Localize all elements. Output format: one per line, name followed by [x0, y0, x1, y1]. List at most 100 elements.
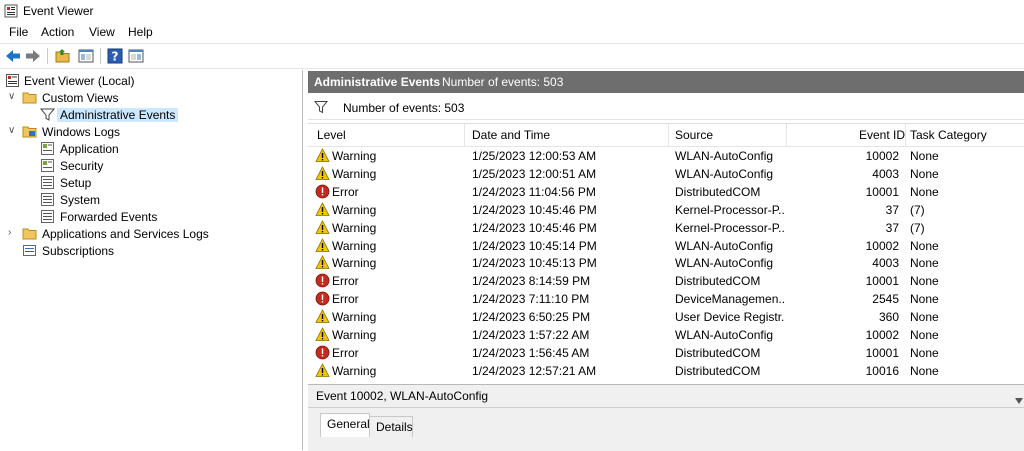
- warning-icon: [315, 255, 330, 270]
- open-folder-icon[interactable]: [54, 47, 72, 65]
- tree-root-label: Event Viewer (Local): [24, 74, 135, 88]
- menu-action[interactable]: Action: [41, 25, 74, 39]
- cell-level: Warning: [332, 363, 377, 378]
- menu-file[interactable]: File: [9, 25, 28, 39]
- cell-task-category: None: [910, 256, 939, 271]
- cell-event-id: 10002: [865, 328, 899, 342]
- cell-task-category: None: [910, 292, 939, 307]
- properties-pane-icon[interactable]: [127, 47, 145, 65]
- chevron-down-icon[interactable]: ∨: [8, 125, 18, 137]
- back-icon[interactable]: [4, 47, 22, 65]
- event-detail-header: Event 10002, WLAN-AutoConfig: [308, 385, 1024, 408]
- tab-general[interactable]: General: [320, 413, 370, 437]
- table-row[interactable]: Warning 1/25/2023 12:00:51 AM WLAN-AutoCon…: [308, 165, 1024, 183]
- error-icon: [315, 345, 330, 360]
- menu-help[interactable]: Help: [128, 25, 153, 39]
- column-header-level[interactable]: Level: [317, 128, 346, 142]
- tree-node-root[interactable]: Event Viewer (Local): [5, 72, 295, 89]
- cell-task-category: None: [910, 184, 939, 199]
- tree-node-forwarded-events[interactable]: Forwarded Events: [40, 208, 295, 225]
- warning-icon: [315, 237, 330, 253]
- cell-event-id: 10002: [865, 149, 899, 163]
- column-header-task-category[interactable]: Task Category: [910, 128, 987, 142]
- tree-node-applications-services-logs[interactable]: › Applications and Services Logs: [8, 225, 295, 242]
- table-row[interactable]: Warning 1/24/2023 10:45:46 PM Kernel-Proce…: [308, 201, 1024, 219]
- column-divider[interactable]: [786, 124, 787, 146]
- tree-label: Custom Views: [42, 91, 119, 105]
- table-row[interactable]: Warning 1/24/2023 6:50:25 PM User Device R…: [308, 308, 1024, 326]
- cell-date-time: 1/24/2023 12:57:21 AM: [472, 363, 597, 378]
- toolbar-separator: [100, 48, 101, 64]
- tree-node-subscriptions[interactable]: Subscriptions: [22, 242, 295, 259]
- column-divider[interactable]: [905, 124, 906, 146]
- cell-task-category: None: [910, 328, 939, 342]
- tab-details[interactable]: Details: [369, 416, 413, 437]
- cell-date-time: 1/24/2023 10:45:46 PM: [472, 202, 597, 217]
- cell-task-category: None: [910, 363, 939, 378]
- cell-level: Warning: [332, 256, 377, 271]
- chevron-right-icon[interactable]: ›: [8, 227, 18, 239]
- column-divider[interactable]: [464, 124, 465, 146]
- tree-label: Security: [60, 159, 104, 173]
- events-table: Level Date and Time Source Event ID Task…: [308, 123, 1024, 380]
- cell-task-category: (7): [910, 202, 925, 217]
- cell-source: WLAN-AutoConfig: [675, 256, 774, 271]
- cell-date-time: 1/24/2023 7:11:10 PM: [472, 292, 590, 307]
- cell-task-category: None: [910, 238, 939, 253]
- table-row[interactable]: Warning 1/24/2023 12:57:21 AM DistributedC…: [308, 362, 1024, 380]
- tree-node-windows-logs[interactable]: ∨ Windows Logs: [8, 123, 295, 140]
- svg-text:?: ?: [112, 50, 119, 64]
- cell-level: Warning: [332, 238, 377, 253]
- table-row[interactable]: Warning 1/24/2023 10:45:13 PM WLAN-AutoCon…: [308, 254, 1024, 272]
- show-hide-pane-icon[interactable]: [77, 47, 95, 65]
- tree-node-custom-views[interactable]: ∨ Custom Views: [8, 89, 295, 106]
- scroll-down-arrow-icon[interactable]: [1014, 394, 1024, 408]
- cell-event-id: 37: [885, 202, 899, 217]
- table-row[interactable]: Error 1/24/2023 11:04:56 PM DistributedCOM…: [308, 183, 1024, 201]
- help-icon[interactable]: ?: [106, 47, 124, 65]
- table-row[interactable]: Warning 1/25/2023 12:00:53 AM WLAN-AutoCon…: [308, 147, 1024, 165]
- cell-source: User Device Registr...: [675, 310, 785, 325]
- table-row[interactable]: Warning 1/24/2023 1:57:22 AM WLAN-AutoConf…: [308, 326, 1024, 344]
- tree-node-administrative-events[interactable]: Administrative Events: [40, 106, 295, 123]
- cell-event-id: 10001: [865, 274, 899, 289]
- tree-node-security[interactable]: Security: [40, 157, 295, 174]
- table-row[interactable]: Error 1/24/2023 1:56:45 AM DistributedCOM 1…: [308, 344, 1024, 362]
- cell-date-time: 1/24/2023 8:14:59 PM: [472, 274, 591, 289]
- cell-event-id: 10001: [865, 184, 899, 199]
- tree-label: Setup: [60, 176, 92, 190]
- cell-source: WLAN-AutoConfig: [675, 328, 774, 342]
- filter-icon: [314, 101, 328, 114]
- table-row[interactable]: Warning 1/24/2023 10:45:46 PM Kernel-Proce…: [308, 219, 1024, 237]
- tab-details-label: Details: [376, 420, 413, 434]
- tree-node-system[interactable]: System: [40, 191, 295, 208]
- table-row[interactable]: Warning 1/24/2023 10:45:14 PM WLAN-AutoCon…: [308, 237, 1024, 255]
- warning-icon: [315, 166, 330, 181]
- warning-icon: [315, 201, 330, 217]
- cell-date-time: 1/24/2023 1:57:22 AM: [472, 328, 590, 342]
- log-icon: [41, 193, 54, 206]
- subscriptions-icon: [23, 245, 36, 256]
- table-row[interactable]: Error 1/24/2023 8:14:59 PM DistributedCOM 1…: [308, 272, 1024, 290]
- cell-event-id: 10001: [865, 345, 899, 360]
- cell-date-time: 1/24/2023 10:45:46 PM: [472, 220, 597, 235]
- tree-node-setup[interactable]: Setup: [40, 174, 295, 191]
- column-header-event-id[interactable]: Event ID: [859, 128, 905, 142]
- table-header: Level Date and Time Source Event ID Task…: [308, 124, 1024, 147]
- forward-icon[interactable]: [24, 47, 42, 65]
- column-header-date[interactable]: Date and Time: [472, 128, 550, 142]
- column-header-source[interactable]: Source: [675, 128, 713, 142]
- menu-view[interactable]: View: [89, 25, 115, 39]
- chevron-down-icon[interactable]: ∨: [8, 91, 18, 103]
- tree-label: System: [60, 193, 101, 207]
- event-viewer-app-icon: [4, 4, 18, 18]
- pane-title: Administrative Events: [314, 75, 441, 89]
- cell-date-time: 1/24/2023 10:45:13 PM: [472, 256, 597, 271]
- toolbar: ?: [0, 43, 1024, 69]
- cell-source: DistributedCOM: [675, 363, 761, 378]
- filter-event-count: Number of events: 503: [343, 101, 465, 115]
- column-divider[interactable]: [668, 124, 669, 146]
- table-row[interactable]: Error 1/24/2023 7:11:10 PM DeviceManagemen…: [308, 290, 1024, 308]
- tree-node-application[interactable]: Application: [40, 140, 295, 157]
- cell-task-category: None: [910, 166, 939, 181]
